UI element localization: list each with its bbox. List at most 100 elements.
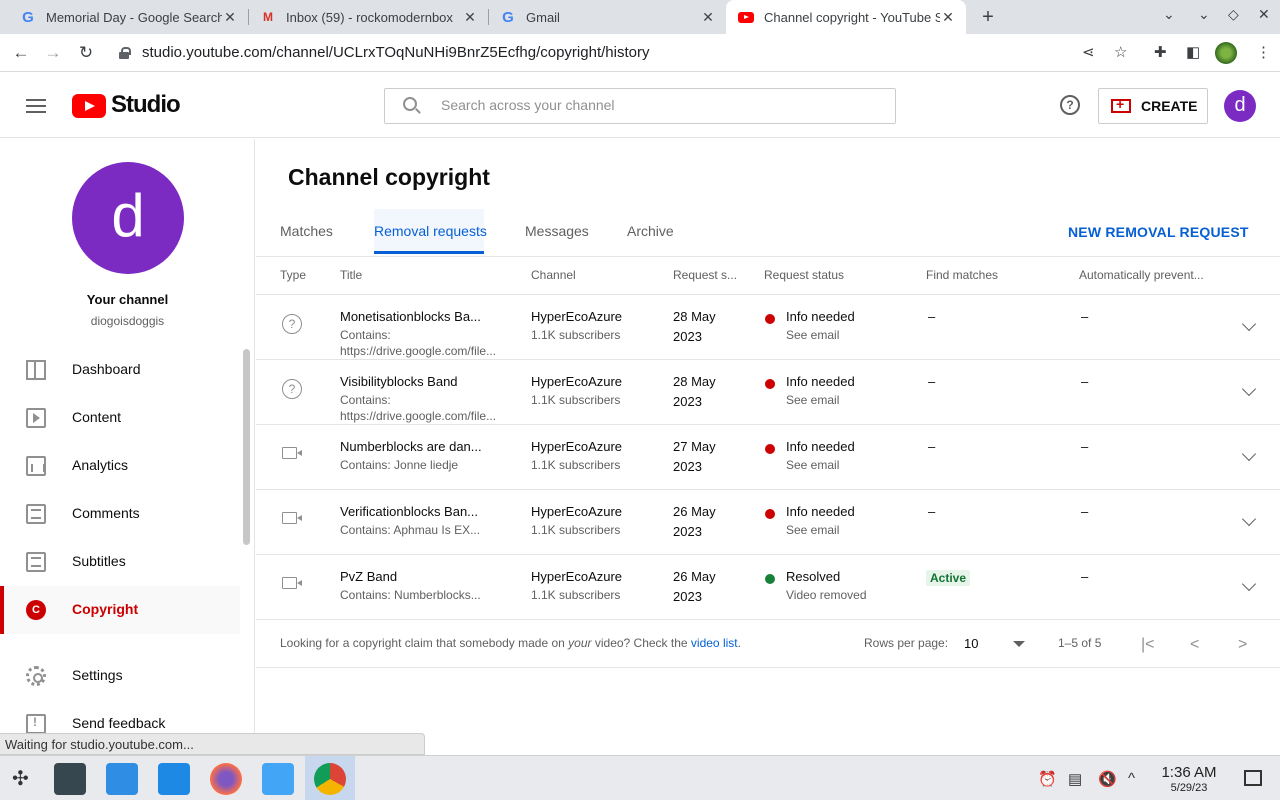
close-icon[interactable]: ✕ <box>462 9 478 26</box>
search-icon[interactable] <box>403 97 417 111</box>
forward-icon[interactable]: → <box>42 42 64 64</box>
table-row[interactable]: Verificationblocks Ban... Contains: Aphm… <box>256 490 1280 555</box>
row-title[interactable]: Monetisationblocks Ba... <box>340 309 481 324</box>
youtube-icon <box>738 9 754 25</box>
chrome-icon[interactable] <box>314 763 346 795</box>
tab-removal-requests[interactable]: Removal requests <box>374 223 487 239</box>
row-channel[interactable]: HyperEcoAzure <box>531 504 622 519</box>
row-date: 27 May <box>673 439 716 454</box>
sidebar-item-label: Copyright <box>72 601 139 617</box>
rows-per-page-select[interactable]: 10 <box>964 636 978 651</box>
sidebar-item-analytics[interactable]: Analytics <box>0 442 240 490</box>
sidebar-item-subtitles[interactable]: Subtitles <box>0 538 240 586</box>
row-channel[interactable]: HyperEcoAzure <box>531 309 622 324</box>
back-icon[interactable]: ← <box>10 42 32 64</box>
expand-chevron-icon[interactable] <box>1241 576 1257 592</box>
sidebar-item-settings[interactable]: Settings <box>0 652 240 700</box>
first-page-icon[interactable]: |< <box>1141 636 1155 654</box>
sidebar-item-comments[interactable]: Comments <box>0 490 240 538</box>
sidebar-item-copyright[interactable]: C Copyright <box>0 586 240 634</box>
new-removal-request-button[interactable]: NEW REMOVAL REQUEST <box>1068 224 1249 240</box>
channel-avatar[interactable]: d <box>72 162 184 274</box>
system-settings-icon[interactable] <box>54 763 86 795</box>
row-title[interactable]: Verificationblocks Ban... <box>340 504 478 519</box>
reload-icon[interactable]: ↻ <box>75 42 97 64</box>
row-contains-url: https://drive.google.com/file... <box>340 409 497 423</box>
software-store-icon[interactable] <box>106 763 138 795</box>
browser-tab-google-search[interactable]: G Memorial Day - Google Search ✕ <box>8 0 248 34</box>
create-button[interactable]: CREATE <box>1098 88 1208 124</box>
column-header-request-date[interactable]: Request s... <box>673 268 737 282</box>
new-tab-button[interactable]: + <box>976 4 1000 30</box>
clock-time[interactable]: 1:36 AM <box>1150 764 1228 781</box>
account-avatar[interactable]: d <box>1224 90 1256 122</box>
share-icon[interactable]: ⋖ <box>1082 43 1095 61</box>
row-year: 2023 <box>673 394 702 409</box>
browser-tab-gmail[interactable]: G Gmail ✕ <box>488 0 726 34</box>
sidebar-scrollbar[interactable] <box>243 349 250 545</box>
sidebar-item-content[interactable]: Content <box>0 394 240 442</box>
clipboard-icon[interactable]: ▤ <box>1068 770 1082 788</box>
table-row[interactable]: ? Visibilityblocks Band Contains: https:… <box>256 360 1280 425</box>
tab-archive[interactable]: Archive <box>627 223 674 239</box>
close-window-icon[interactable]: ✕ <box>1258 6 1270 23</box>
volume-muted-icon[interactable]: 🔇 <box>1098 770 1117 788</box>
status-text: Info needed <box>786 374 855 389</box>
clock-date[interactable]: 5/29/23 <box>1150 782 1228 794</box>
show-desktop-icon[interactable] <box>1244 770 1262 786</box>
row-title[interactable]: Visibilityblocks Band <box>340 374 458 389</box>
browser-tab-channel-copyright[interactable]: Channel copyright - YouTube Studio ✕ <box>726 0 966 34</box>
file-manager-icon[interactable] <box>158 763 190 795</box>
help-icon[interactable]: ? <box>1060 95 1080 115</box>
table-row[interactable]: ? Monetisationblocks Ba... Contains: htt… <box>256 295 1280 360</box>
row-title[interactable]: PvZ Band <box>340 569 397 584</box>
search-input[interactable] <box>441 97 861 113</box>
table-row[interactable]: Numberblocks are dan... Contains: Jonne … <box>256 425 1280 490</box>
tab-search-icon[interactable]: ⌄ <box>1163 6 1175 23</box>
row-contains: Contains: <box>340 393 391 407</box>
row-channel[interactable]: HyperEcoAzure <box>531 374 622 389</box>
folder-icon[interactable] <box>262 763 294 795</box>
close-icon[interactable]: ✕ <box>700 9 716 26</box>
expand-chevron-icon[interactable] <box>1241 381 1257 397</box>
youtube-logo-icon[interactable] <box>72 94 106 118</box>
studio-logo-text[interactable]: Studio <box>111 91 181 119</box>
video-list-link[interactable]: video list <box>691 636 738 650</box>
tab-matches[interactable]: Matches <box>280 223 333 239</box>
pagination-range: 1–5 of 5 <box>1058 636 1102 650</box>
menu-icon[interactable] <box>26 99 46 113</box>
prev-page-icon[interactable]: < <box>1190 636 1199 654</box>
row-year: 2023 <box>673 589 702 604</box>
close-icon[interactable]: ✕ <box>940 9 956 26</box>
firefox-icon[interactable] <box>210 763 242 795</box>
app-launcher-icon[interactable]: ✣ <box>12 766 29 791</box>
auto-prevent-value: – <box>1081 504 1089 519</box>
channel-title: Your channel <box>86 292 169 307</box>
dropdown-arrow-icon[interactable] <box>1013 641 1025 647</box>
sidebar-item-dashboard[interactable]: Dashboard <box>0 346 240 394</box>
table-row[interactable]: PvZ Band Contains: Numberblocks... Hyper… <box>256 555 1280 620</box>
notifications-icon[interactable]: ⏰ <box>1038 770 1057 788</box>
browser-tab-inbox[interactable]: M Inbox (59) - rockomodernbox ✕ <box>248 0 488 34</box>
side-panel-icon[interactable]: ◧ <box>1186 43 1200 61</box>
tray-expand-icon[interactable]: ^ <box>1128 770 1135 787</box>
browser-profile-avatar[interactable] <box>1215 42 1237 64</box>
row-title[interactable]: Numberblocks are dan... <box>340 439 482 454</box>
extensions-icon[interactable]: ✚ <box>1154 43 1167 61</box>
active-badge: Active <box>926 570 971 586</box>
maximize-icon[interactable]: ◇ <box>1228 6 1239 23</box>
expand-chevron-icon[interactable] <box>1241 446 1257 462</box>
expand-chevron-icon[interactable] <box>1241 316 1257 332</box>
address-bar[interactable]: studio.youtube.com/channel/UCLrxTOqNuNHi… <box>142 44 649 61</box>
tab-messages[interactable]: Messages <box>525 223 589 239</box>
minimize-icon[interactable]: ⌄ <box>1198 6 1210 23</box>
dashboard-icon <box>26 360 46 380</box>
close-icon[interactable]: ✕ <box>222 9 238 26</box>
next-page-icon[interactable]: > <box>1238 636 1247 654</box>
lock-icon[interactable] <box>119 47 131 59</box>
expand-chevron-icon[interactable] <box>1241 511 1257 527</box>
bookmark-star-icon[interactable]: ☆ <box>1114 43 1127 61</box>
row-channel[interactable]: HyperEcoAzure <box>531 569 622 584</box>
browser-menu-icon[interactable]: ⋮ <box>1256 43 1271 61</box>
row-channel[interactable]: HyperEcoAzure <box>531 439 622 454</box>
